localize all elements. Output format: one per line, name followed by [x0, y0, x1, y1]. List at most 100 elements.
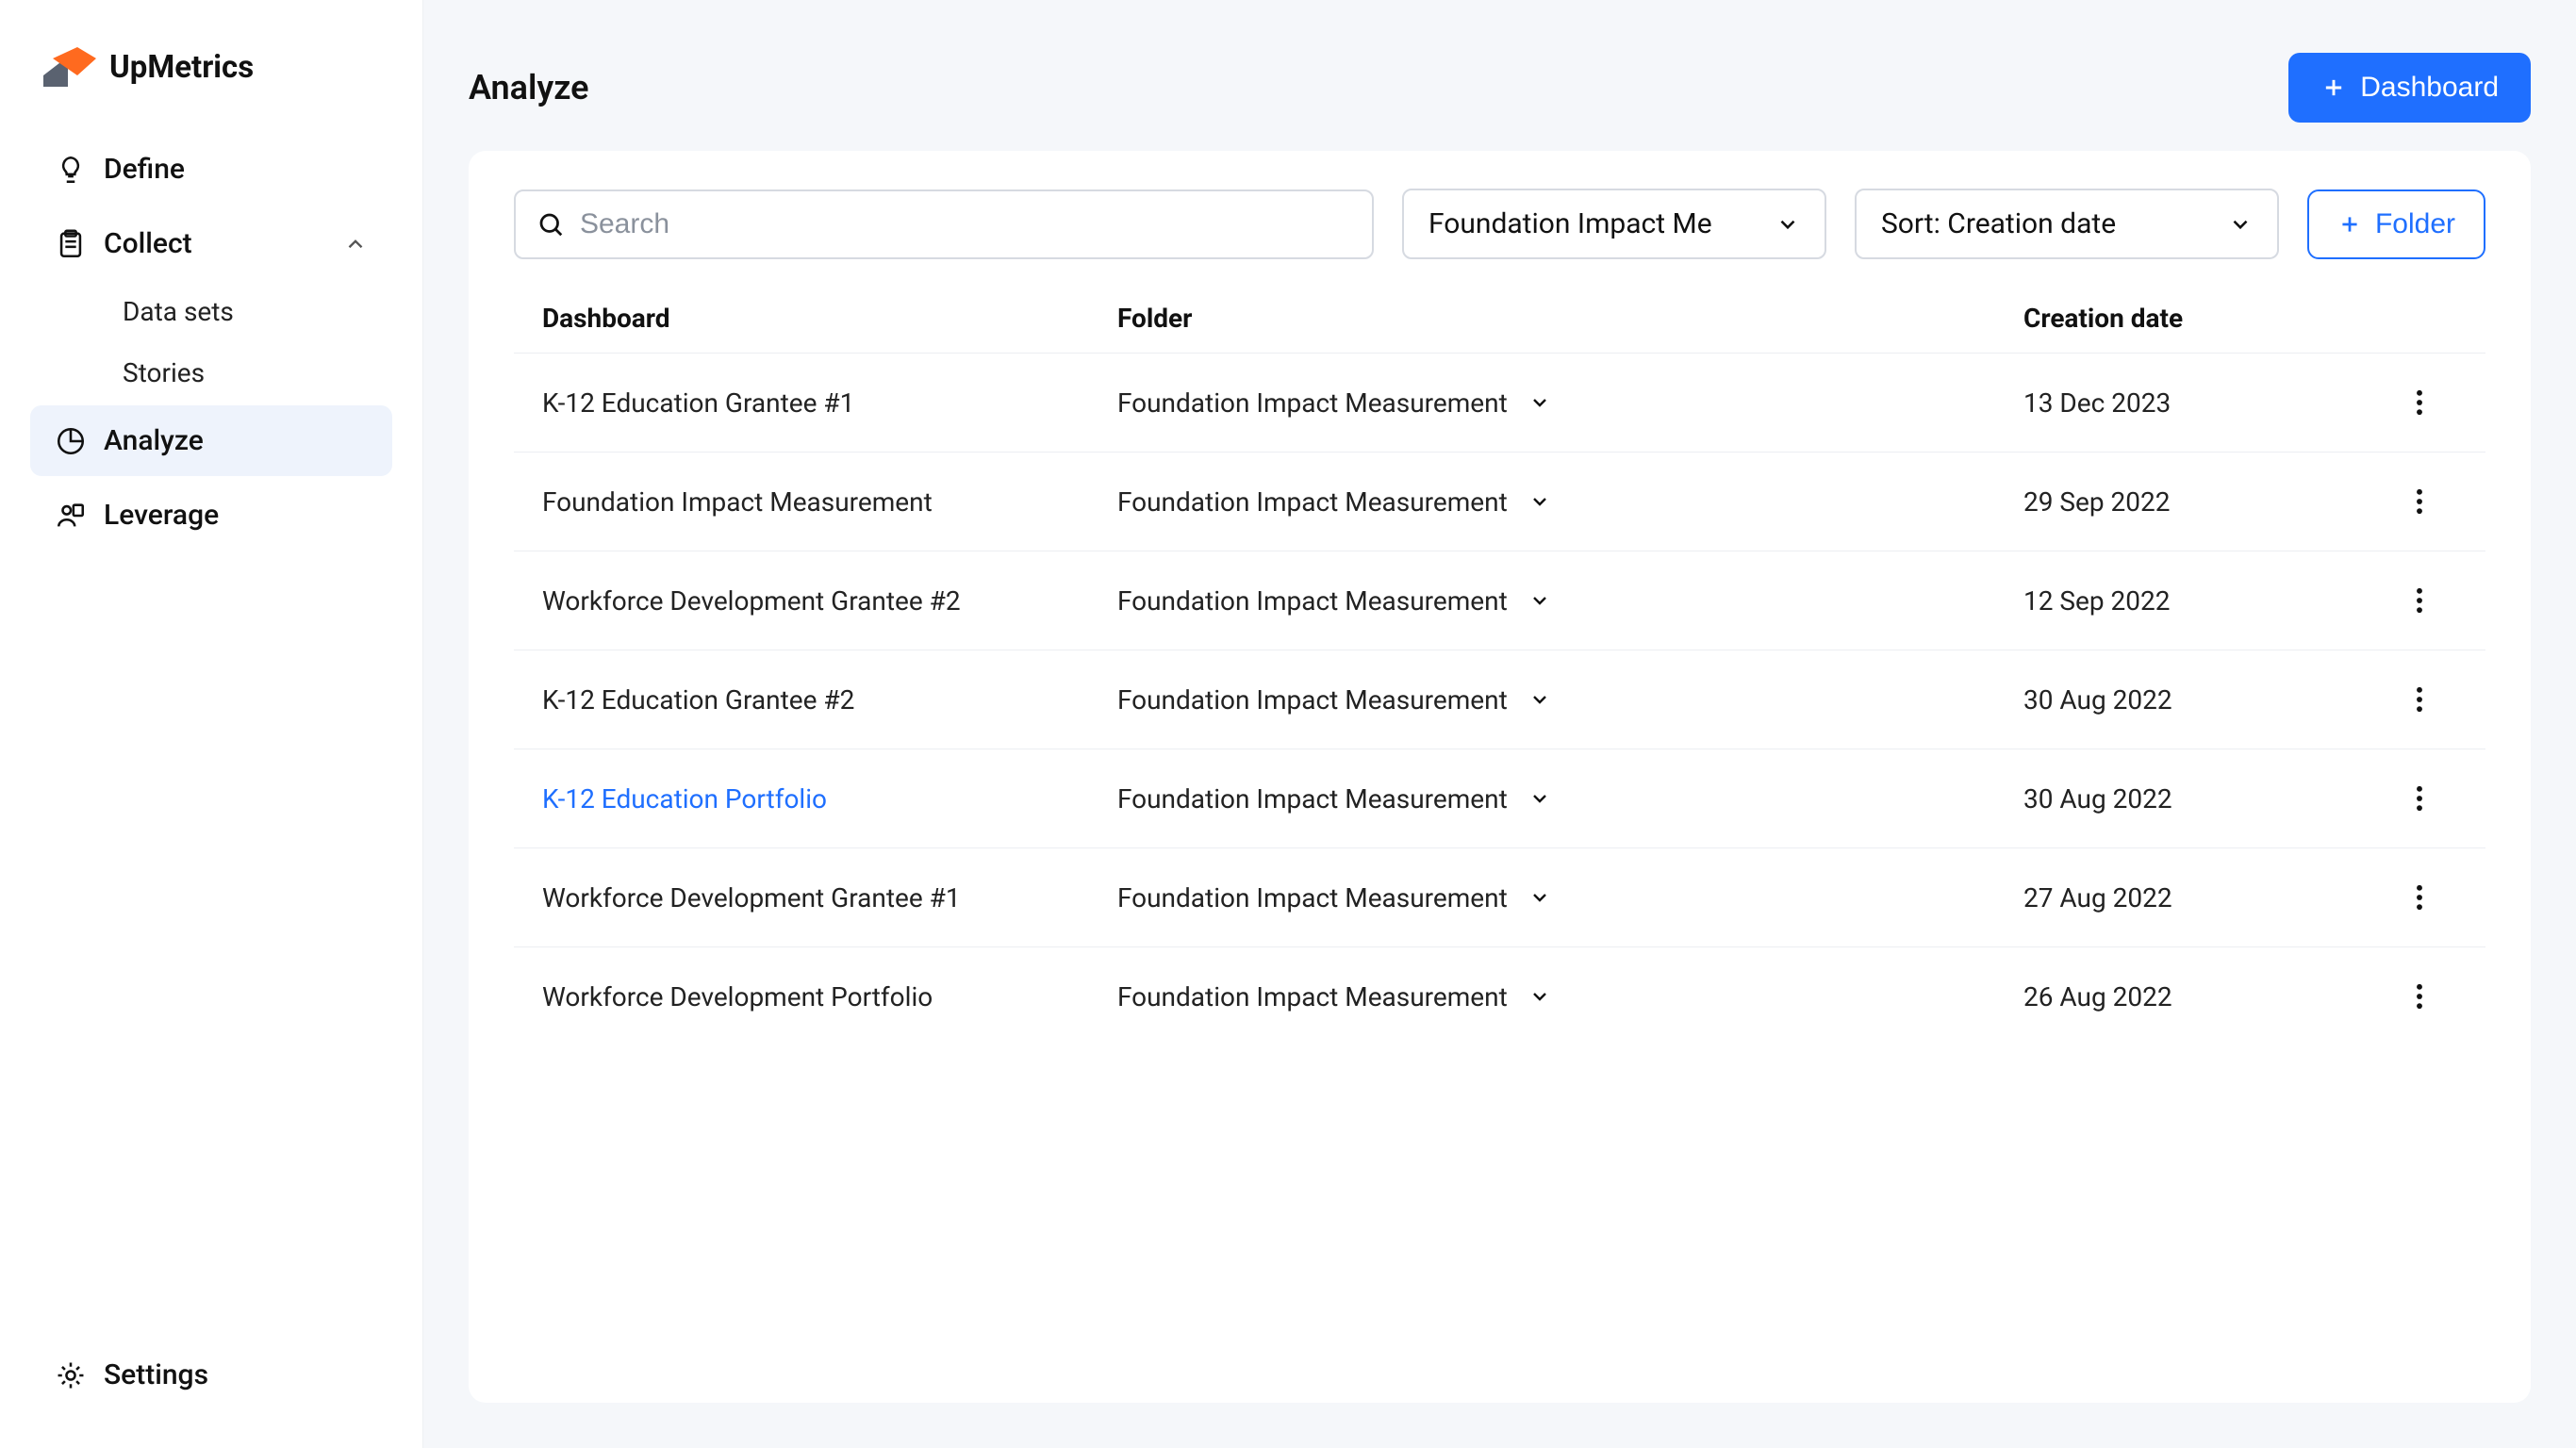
new-folder-button[interactable]: Folder — [2307, 189, 2485, 259]
row-more-button[interactable] — [2401, 681, 2438, 718]
chevron-down-icon — [1528, 787, 1551, 810]
table-row: K-12 Education Portfolio Foundation Impac… — [514, 749, 2485, 847]
sidebar-subitem-datasets[interactable]: Data sets — [30, 283, 392, 340]
dashboard-name-link[interactable]: Workforce Development Grantee #1 — [542, 882, 1098, 913]
created-date: 29 Sep 2022 — [2023, 486, 2382, 518]
dashboard-table: Dashboard Folder Creation date K-12 Educ… — [514, 284, 2485, 1045]
dashboard-name-link[interactable]: K-12 Education Grantee #2 — [542, 684, 1098, 716]
dashboard-name-link[interactable]: Foundation Impact Measurement — [542, 486, 1098, 518]
folder-name: Foundation Impact Measurement — [1117, 585, 1508, 617]
chevron-down-icon — [1528, 985, 1551, 1008]
table-row: Workforce Development Portfolio Foundatio… — [514, 946, 2485, 1045]
folder-cell[interactable]: Foundation Impact Measurement — [1117, 684, 2005, 716]
more-vertical-icon — [2415, 983, 2424, 1010]
more-vertical-icon — [2415, 686, 2424, 713]
table-row: Workforce Development Grantee #2 Foundati… — [514, 551, 2485, 650]
dashboard-name-link[interactable]: K-12 Education Portfolio — [542, 783, 1098, 814]
nav: Define Collect Data sets Stories — [30, 134, 392, 551]
folder-name: Foundation Impact Measurement — [1117, 387, 1508, 419]
chevron-up-icon — [343, 232, 368, 256]
folder-cell[interactable]: Foundation Impact Measurement — [1117, 585, 2005, 617]
search-input[interactable] — [580, 208, 1351, 240]
more-vertical-icon — [2415, 884, 2424, 911]
dashboard-name-link[interactable]: Workforce Development Grantee #2 — [542, 585, 1098, 617]
table-header: Dashboard Folder Creation date — [514, 284, 2485, 353]
filter-folder-select[interactable]: Foundation Impact Me — [1402, 189, 1826, 259]
created-date: 30 Aug 2022 — [2023, 684, 2382, 716]
row-more-button[interactable] — [2401, 879, 2438, 916]
content-card: Foundation Impact Me Sort: Creation date… — [469, 151, 2531, 1403]
table-row: K-12 Education Grantee #1 Foundation Impa… — [514, 353, 2485, 452]
more-vertical-icon — [2415, 389, 2424, 416]
sidebar-item-label: Define — [104, 153, 185, 186]
plus-icon — [2337, 212, 2362, 237]
sidebar-item-define[interactable]: Define — [30, 134, 392, 205]
header: Analyze Dashboard — [423, 0, 2576, 151]
folder-cell[interactable]: Foundation Impact Measurement — [1117, 783, 2005, 814]
button-label: Folder — [2375, 208, 2455, 240]
sort-select[interactable]: Sort: Creation date — [1855, 189, 2279, 259]
sidebar: UpMetrics Define Collect — [0, 0, 423, 1448]
folder-cell[interactable]: Foundation Impact Measurement — [1117, 486, 2005, 518]
table-row: Foundation Impact Measurement Foundation … — [514, 452, 2485, 551]
chevron-down-icon — [1528, 886, 1551, 909]
chevron-down-icon — [1528, 490, 1551, 513]
col-created: Creation date — [2023, 303, 2382, 334]
more-vertical-icon — [2415, 587, 2424, 614]
sidebar-item-label: Analyze — [104, 424, 204, 457]
more-vertical-icon — [2415, 785, 2424, 812]
plus-icon — [2320, 74, 2347, 101]
folder-cell[interactable]: Foundation Impact Measurement — [1117, 387, 2005, 419]
table-row: Workforce Development Grantee #1 Foundati… — [514, 847, 2485, 946]
chevron-down-icon — [1775, 212, 1800, 237]
sidebar-subitem-label: Stories — [123, 357, 205, 388]
col-folder: Folder — [1117, 303, 2005, 334]
folder-cell[interactable]: Foundation Impact Measurement — [1117, 981, 2005, 1012]
more-vertical-icon — [2415, 488, 2424, 515]
sidebar-item-label: Leverage — [104, 499, 219, 532]
lightbulb-icon — [55, 154, 87, 186]
controls-bar: Foundation Impact Me Sort: Creation date… — [514, 189, 2485, 259]
folder-cell[interactable]: Foundation Impact Measurement — [1117, 882, 2005, 913]
chevron-down-icon — [1528, 589, 1551, 612]
folder-name: Foundation Impact Measurement — [1117, 783, 1508, 814]
sidebar-subitem-stories[interactable]: Stories — [30, 344, 392, 402]
piechart-icon — [55, 425, 87, 457]
created-date: 26 Aug 2022 — [2023, 981, 2382, 1012]
chevron-down-icon — [1528, 391, 1551, 414]
chevron-down-icon — [1528, 688, 1551, 711]
row-more-button[interactable] — [2401, 483, 2438, 520]
search-input-wrap[interactable] — [514, 189, 1374, 259]
row-more-button[interactable] — [2401, 384, 2438, 421]
row-more-button[interactable] — [2401, 582, 2438, 619]
sidebar-subitem-label: Data sets — [123, 296, 234, 327]
logo-text: UpMetrics — [109, 49, 254, 86]
row-more-button[interactable] — [2401, 978, 2438, 1015]
dashboard-name-link[interactable]: Workforce Development Portfolio — [542, 981, 1098, 1012]
logo[interactable]: UpMetrics — [30, 47, 392, 124]
sidebar-item-label: Collect — [104, 227, 192, 260]
created-date: 13 Dec 2023 — [2023, 387, 2382, 419]
select-label: Sort: Creation date — [1881, 207, 2116, 240]
clipboard-icon — [55, 228, 87, 260]
sidebar-item-collect[interactable]: Collect — [30, 208, 392, 279]
presentation-icon — [55, 500, 87, 532]
created-date: 27 Aug 2022 — [2023, 882, 2382, 913]
table-row: K-12 Education Grantee #2 Foundation Impa… — [514, 650, 2485, 749]
created-date: 12 Sep 2022 — [2023, 585, 2382, 617]
sidebar-item-analyze[interactable]: Analyze — [30, 405, 392, 476]
search-icon — [537, 210, 565, 239]
sidebar-item-settings[interactable]: Settings — [30, 1340, 392, 1410]
gear-icon — [55, 1359, 87, 1391]
created-date: 30 Aug 2022 — [2023, 783, 2382, 814]
folder-name: Foundation Impact Measurement — [1117, 882, 1508, 913]
row-more-button[interactable] — [2401, 780, 2438, 817]
dashboard-name-link[interactable]: K-12 Education Grantee #1 — [542, 387, 1098, 419]
folder-name: Foundation Impact Measurement — [1117, 981, 1508, 1012]
chevron-down-icon — [2228, 212, 2253, 237]
folder-name: Foundation Impact Measurement — [1117, 486, 1508, 518]
main: Analyze Dashboard Foundation Impact Me — [423, 0, 2576, 1448]
button-label: Dashboard — [2360, 72, 2499, 104]
new-dashboard-button[interactable]: Dashboard — [2288, 53, 2531, 123]
sidebar-item-leverage[interactable]: Leverage — [30, 480, 392, 551]
